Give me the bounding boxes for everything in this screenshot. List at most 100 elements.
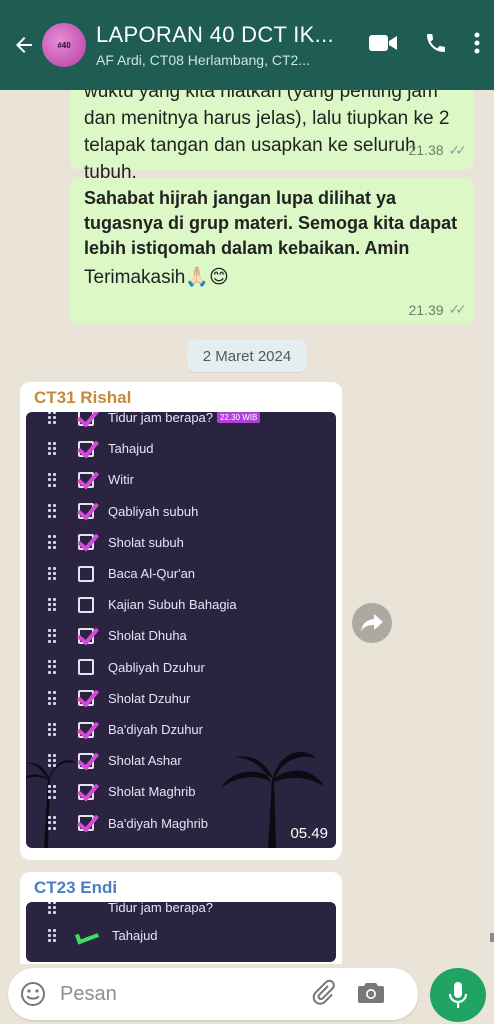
drag-handle-icon	[48, 902, 58, 915]
checklist-label: Sholat Ashar	[108, 753, 182, 769]
checklist-label: Ba'diyah Dzuhur	[108, 722, 203, 737]
attach-icon[interactable]	[310, 979, 336, 1010]
checklist-row: Sholat Dhuha	[26, 620, 336, 651]
drag-handle-icon	[48, 535, 58, 549]
checkbox-empty-icon	[78, 565, 94, 582]
checkbox-checked-icon	[78, 412, 94, 426]
message-time: 21.38	[408, 142, 444, 158]
checklist-row: Sholat subuh	[26, 527, 336, 558]
back-arrow-icon[interactable]	[6, 27, 42, 63]
checkbox-checked-icon	[78, 440, 94, 457]
incoming-image-message[interactable]: CT31 Rishal Tidur jam berapa? 22.30 WIB Ta…	[20, 382, 342, 860]
message-text: wuktu yang kita niatkan (yang penting ja…	[84, 90, 450, 183]
scroll-indicator	[490, 933, 494, 942]
checklist-label: Sholat subuh	[108, 534, 184, 550]
checklist-label: Ba'diyah Maghrib	[108, 815, 209, 831]
drag-handle-icon	[48, 566, 58, 581]
message-time: 21.39	[408, 301, 444, 318]
message-text: Sahabat hijrah jangan lupa dilihat ya tu…	[84, 188, 458, 258]
incoming-image-message[interactable]: CT23 Endi Tidur jam berapa? Tahajud	[20, 872, 342, 964]
forward-icon[interactable]	[352, 603, 392, 643]
checkbox-empty-icon	[78, 596, 94, 613]
checklist-row: Baca Al-Qur'an	[26, 558, 336, 589]
checklist-row: Witir	[26, 464, 336, 495]
checklist-row: Tahajud	[26, 920, 336, 951]
drag-handle-icon	[48, 816, 58, 830]
message-thanks: Terimakasih🙏🏻😊	[84, 267, 229, 288]
checklist-label: Tahajud	[112, 928, 158, 943]
drag-handle-icon	[48, 628, 58, 643]
checkbox-checked-icon	[78, 721, 94, 738]
checklist-label: Witir	[108, 472, 134, 488]
chat-title: LAPORAN 40 DCT IK...	[96, 22, 334, 47]
avatar-text: #40	[57, 40, 71, 50]
chat-title-area[interactable]: LAPORAN 40 DCT IK... AF Ardi, CT08 Herla…	[96, 22, 336, 68]
outgoing-message[interactable]: Sahabat hijrah jangan lupa dilihat ya tu…	[70, 178, 474, 324]
checklist-row: Sholat Dzuhur	[26, 683, 336, 714]
drag-handle-icon	[48, 691, 58, 705]
checklist-row: Tidur jam berapa? 22.30 WIB	[26, 412, 336, 433]
message-meta: 21.38 ✓✓	[408, 137, 468, 164]
green-check-icon	[74, 927, 100, 944]
checkbox-checked-icon	[78, 627, 94, 644]
sender-name[interactable]: CT23 Endi	[26, 878, 336, 902]
drag-handle-icon	[48, 597, 58, 612]
time-tag: 22.30 WIB	[217, 412, 261, 423]
drag-handle-icon	[48, 660, 58, 674]
outgoing-message[interactable]: wuktu yang kita niatkan (yang penting ja…	[70, 90, 474, 183]
drag-handle-icon	[48, 928, 58, 943]
checklist-row: Sholat Ashar	[26, 745, 336, 776]
checklist-row: Sholat Maghrib	[26, 776, 336, 807]
checklist-label: Tidur jam berapa?	[108, 412, 214, 425]
checklist-label: Tahajud	[108, 441, 154, 457]
checkbox-checked-icon	[78, 690, 94, 707]
checklist-row: Ba'diyah Dzuhur	[26, 714, 336, 745]
sender-name[interactable]: CT31 Rishal	[26, 388, 336, 412]
checklist-label: Qabliyah subuh	[108, 503, 199, 519]
image-attachment[interactable]: Tidur jam berapa? 22.30 WIB Tahajud Witir Qa…	[26, 412, 336, 848]
message-input[interactable]	[60, 982, 290, 1006]
emoji-icon[interactable]	[20, 981, 46, 1007]
checklist-label: Baca Al-Qur'an	[108, 566, 196, 581]
read-ticks-icon: ✓✓	[448, 301, 468, 317]
date-divider: 2 Maret 2024	[187, 340, 307, 372]
image-attachment[interactable]: Tidur jam berapa? Tahajud	[26, 902, 336, 962]
chat-header: #40 LAPORAN 40 DCT IK... AF Ardi, CT08 H…	[0, 0, 494, 90]
checkbox-checked-icon	[78, 471, 94, 488]
drag-handle-icon	[48, 472, 58, 487]
checklist-label: Qabliyah Dzuhur	[108, 659, 205, 675]
drag-handle-icon	[48, 722, 58, 737]
drag-handle-icon	[48, 504, 58, 518]
group-avatar[interactable]: #40	[42, 23, 86, 67]
read-ticks-icon: ✓✓	[448, 142, 468, 158]
checklist-row: Qabliyah subuh	[26, 496, 336, 527]
chat-members: AF Ardi, CT08 Herlambang, CT2...	[96, 52, 310, 68]
checklist-row: Qabliyah Dzuhur	[26, 652, 336, 683]
message-meta: 21.39 ✓✓	[408, 301, 468, 318]
drag-handle-icon	[48, 412, 58, 425]
drag-handle-icon	[48, 784, 58, 799]
image-time: 05.49	[290, 825, 328, 842]
checklist-row: Kajian Subuh Bahagia	[26, 589, 336, 620]
checklist-label: Sholat Dzuhur	[108, 690, 191, 706]
drag-handle-icon	[48, 753, 58, 768]
checklist-label: Sholat Dhuha	[108, 628, 187, 644]
mic-icon[interactable]	[430, 968, 486, 1022]
checklist-row: Tahajud	[26, 433, 336, 464]
checkbox-checked-icon	[78, 752, 94, 769]
more-vert-icon[interactable]	[474, 32, 480, 59]
camera-icon[interactable]	[358, 981, 384, 1008]
checkbox-checked-icon	[78, 503, 94, 520]
checkbox-checked-icon	[78, 815, 94, 832]
checklist-label: Tidur jam berapa?	[108, 902, 214, 915]
chat-area[interactable]: wuktu yang kita niatkan (yang penting ja…	[0, 90, 494, 964]
checkbox-checked-icon	[78, 783, 94, 800]
phone-icon[interactable]	[424, 31, 448, 60]
checklist-label: Kajian Subuh Bahagia	[108, 597, 237, 613]
checkbox-checked-icon	[78, 534, 94, 551]
message-composer	[8, 968, 418, 1020]
checklist-label: Sholat Maghrib	[108, 784, 196, 800]
drag-handle-icon	[48, 441, 58, 456]
checkbox-empty-icon	[78, 659, 94, 676]
video-call-icon[interactable]	[368, 32, 398, 59]
